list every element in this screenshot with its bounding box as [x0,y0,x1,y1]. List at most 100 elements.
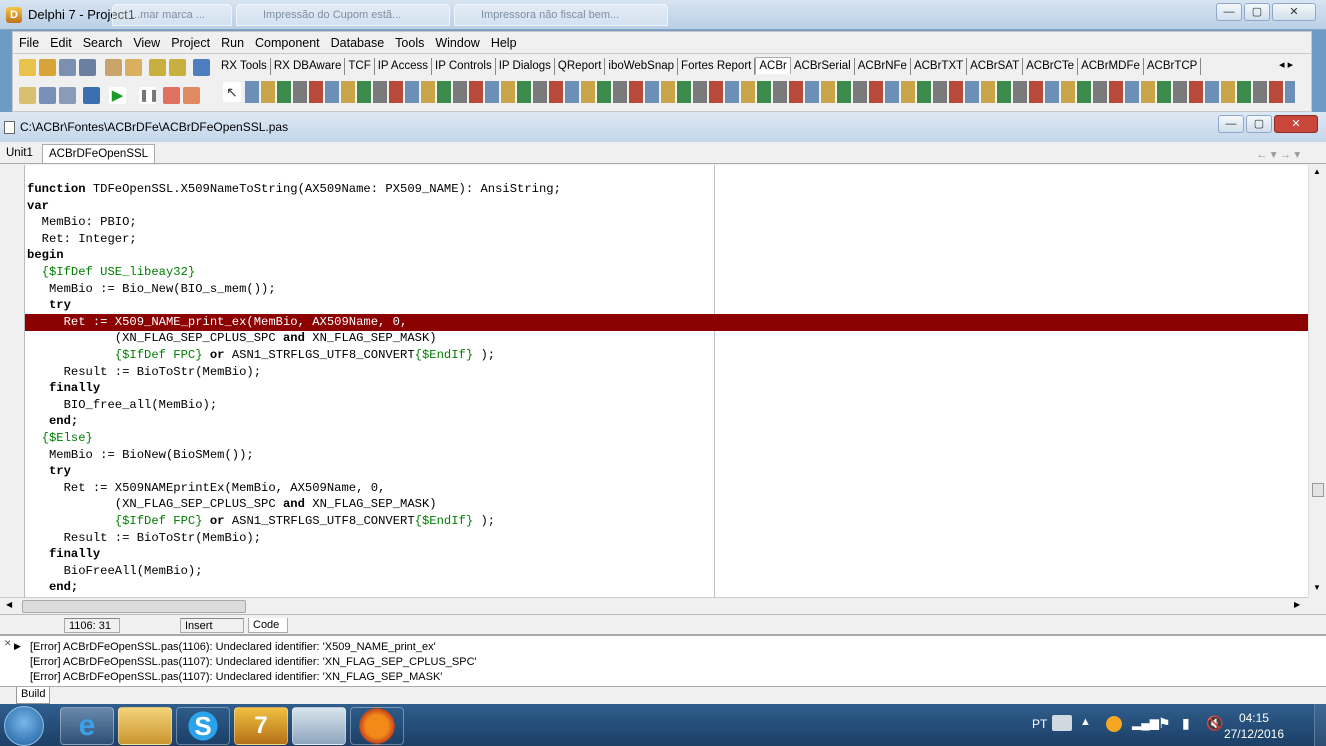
toggle-form-icon[interactable] [59,87,76,104]
step-over-icon[interactable] [183,87,200,104]
code-line[interactable]: end; [25,579,1308,596]
editor-minimize-button[interactable]: — [1218,115,1244,133]
menu-help[interactable]: Help [485,32,522,53]
menu-file[interactable]: File [13,32,44,53]
palette-tab-ip-access[interactable]: IP Access [375,58,433,75]
pause-icon[interactable]: ❚❚ [139,87,159,104]
tab-acbrdfeopenssl[interactable]: ACBrDFeOpenSSL [42,144,156,163]
scroll-left-icon[interactable]: ◀ [6,600,12,609]
code-line[interactable]: Result := BioToStr(MemBio); [25,530,1308,547]
notepad-icon[interactable] [292,707,346,745]
menu-project[interactable]: Project [165,32,215,53]
code-line[interactable]: function TDFeOpenSSL.X509NameToString(AX… [25,181,1308,198]
language-indicator[interactable]: PT [1032,717,1047,731]
close-button[interactable]: ✕ [1272,3,1316,21]
code-line[interactable]: {$IfDef USE_libeay32} [25,264,1308,281]
palette-tab-ibowebsnap[interactable]: iboWebSnap [605,58,679,75]
network-icon[interactable]: ▂▄▆ [1132,716,1159,730]
palette-tab-ip-dialogs[interactable]: IP Dialogs [496,58,555,75]
code-line[interactable]: finally [25,546,1308,563]
palette-tab-rx-tools[interactable]: RX Tools [218,58,271,75]
history-nav-icons[interactable]: ← ▾ → ▾ [1250,144,1306,163]
new-form-icon[interactable] [125,59,142,76]
open-project-icon[interactable] [105,59,122,76]
code-line[interactable]: try [25,463,1308,480]
code-line[interactable]: try [25,297,1308,314]
palette-tab-acbrnfe[interactable]: ACBrNFe [855,58,911,75]
browser-tab-3[interactable]: Impressora não fiscal bem... [454,4,668,26]
code-line[interactable]: MemBio: PBIO; [25,214,1308,231]
palette-tab-qreport[interactable]: QReport [555,58,606,75]
palette-tab-acbrmdfe[interactable]: ACBrMDFe [1078,58,1144,75]
error-message-1[interactable]: [Error] ACBrDFeOpenSSL.pas(1106): Undecl… [30,641,436,656]
menu-database[interactable]: Database [325,32,390,53]
error-message-3[interactable]: [Error] ACBrDFeOpenSSL.pas(1107): Undecl… [30,671,442,686]
code-line[interactable]: Ret: Integer; [25,231,1308,248]
keyboard-icon[interactable] [1052,715,1072,731]
menu-search[interactable]: Search [77,32,128,53]
code-line[interactable]: end; [25,413,1308,430]
save-all-icon[interactable] [79,59,96,76]
new-form2-icon[interactable] [83,87,100,104]
show-desktop-button[interactable] [1314,704,1326,746]
close-pane-icon[interactable]: ✕ [4,638,12,649]
delphi-taskbar-icon[interactable]: 7 [234,707,288,745]
component-palette-icons[interactable] [245,81,1295,103]
skype-icon[interactable]: S [176,707,230,745]
menu-window[interactable]: Window [429,32,484,53]
code-line[interactable]: {$IfDef FPC} or ASN1_STRFLGS_UTF8_CONVER… [25,513,1308,530]
trace-into-icon[interactable] [163,87,180,104]
scroll-right-icon[interactable]: ▶ [1294,600,1300,609]
error-message-2[interactable]: [Error] ACBrDFeOpenSSL.pas(1107): Undecl… [30,656,477,671]
palette-tab-rx-dbaware[interactable]: RX DBAware [271,58,346,75]
scroll-down-icon[interactable]: ▼ [1313,583,1321,592]
menu-component[interactable]: Component [249,32,325,53]
palette-tab-acbrcte[interactable]: ACBrCTe [1023,58,1079,75]
avast-icon[interactable] [1106,716,1122,732]
palette-scroll-arrows[interactable]: ◂ ▸ [1279,58,1293,71]
menu-tools[interactable]: Tools [389,32,429,53]
code-line[interactable]: BioFreeAll(MemBio); [25,563,1308,580]
tab-code-view[interactable]: Code [248,618,288,633]
show-hidden-icons[interactable]: ▲ [1080,716,1091,728]
remove-file-icon[interactable] [169,59,186,76]
firefox-icon[interactable] [350,707,404,745]
browser-tab-2[interactable]: Impressão do Cupom estã... [236,4,450,26]
open-icon[interactable] [39,59,56,76]
editor-maximize-button[interactable]: ▢ [1246,115,1272,133]
help-icon[interactable] [193,59,210,76]
horizontal-scroll-thumb[interactable] [22,600,246,613]
tab-build[interactable]: Build [16,687,51,704]
vertical-scrollbar[interactable]: ▲ ▼ [1308,165,1326,597]
code-line[interactable]: var [25,198,1308,215]
run-icon[interactable]: ▶ [109,87,126,104]
palette-tab-acbrserial[interactable]: ACBrSerial [791,58,855,75]
new-icon[interactable] [19,59,36,76]
code-area[interactable]: function TDFeOpenSSL.X509NameToString(AX… [25,165,1308,597]
start-button-icon[interactable] [4,706,44,746]
palette-tab-ip-controls[interactable]: IP Controls [432,58,496,75]
scroll-up-icon[interactable]: ▲ [1313,167,1321,176]
save-icon[interactable] [59,59,76,76]
code-line[interactable]: MemBio := BioNew(BioSMem()); [25,447,1308,464]
maximize-button[interactable]: ▢ [1244,3,1270,21]
internet-explorer-icon[interactable]: e [60,707,114,745]
code-line[interactable]: Ret := X509NAMEprintEx(MemBio, AX509Name… [25,480,1308,497]
code-line[interactable]: Result := BioToStr(MemBio); [25,364,1308,381]
editor-close-button[interactable]: ✕ [1274,115,1318,133]
vertical-scroll-thumb[interactable] [1312,483,1324,497]
palette-tab-tcf[interactable]: TCF [345,58,375,75]
code-line[interactable]: {$Else} [25,430,1308,447]
code-line[interactable]: (XN_FLAG_SEP_CPLUS_SPC and XN_FLAG_SEP_M… [25,330,1308,347]
palette-tab-acbrsat[interactable]: ACBrSAT [967,58,1024,75]
palette-tab-acbr[interactable]: ACBr [755,57,791,74]
palette-tab-acbrtxt[interactable]: ACBrTXT [911,58,968,75]
menu-run[interactable]: Run [215,32,249,53]
error-highlighted-line[interactable]: Ret := X509_NAME_print_ex(MemBio, AX509N… [25,313,1308,331]
code-line[interactable]: {$IfDef FPC} or ASN1_STRFLGS_UTF8_CONVER… [25,347,1308,364]
minimize-button[interactable]: — [1216,3,1242,21]
code-line[interactable]: (XN_FLAG_SEP_CPLUS_SPC and XN_FLAG_SEP_M… [25,496,1308,513]
horizontal-scrollbar[interactable]: ◀ ▶ [0,597,1308,614]
view-form-icon[interactable] [39,87,56,104]
code-line[interactable]: MemBio := Bio_New(BIO_s_mem()); [25,281,1308,298]
